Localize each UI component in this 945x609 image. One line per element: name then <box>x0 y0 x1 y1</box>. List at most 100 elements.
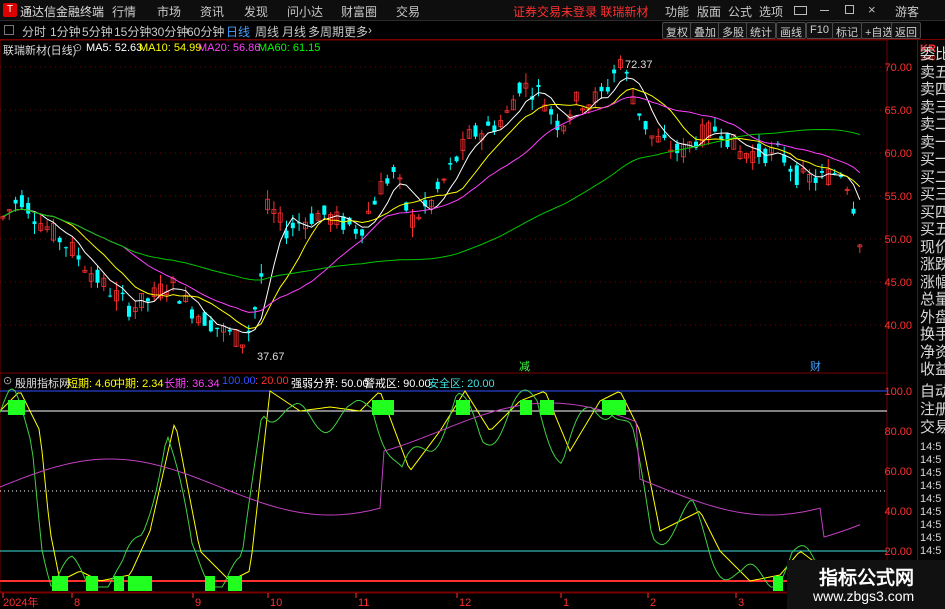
quote-field-label: 收益 <box>920 361 945 378</box>
tab-weekly[interactable]: 周线 <box>255 23 279 40</box>
candle-body <box>662 134 667 138</box>
quote-field-label: 卖二 <box>920 116 945 133</box>
candle-body <box>353 228 358 234</box>
panel-action-1[interactable]: 注册 <box>920 401 945 419</box>
price-pane-border <box>0 40 888 374</box>
candle-body <box>120 292 125 295</box>
price-tick-label: 60.00 <box>884 148 912 160</box>
candle-body <box>454 156 459 162</box>
signal-block <box>372 400 394 415</box>
candle-body <box>208 320 213 332</box>
multi-stock-button[interactable]: 多股 <box>718 22 748 39</box>
panel-action-2[interactable]: 交易 <box>920 419 945 437</box>
candle-body <box>637 113 642 116</box>
quote-field-label: 卖五 <box>920 63 945 81</box>
candle-body <box>813 177 818 184</box>
candle-body <box>517 82 522 94</box>
candle-body <box>486 121 491 126</box>
price-tick-label: 45.00 <box>884 277 912 289</box>
menu-item-discover[interactable]: 发现 <box>244 3 268 20</box>
tab-intraday[interactable]: 分时 <box>22 23 46 40</box>
tab-60min[interactable]: 60分钟 <box>187 23 224 40</box>
mid-term-line <box>0 388 859 588</box>
draw-line-button[interactable]: 画线 <box>776 22 806 39</box>
candle-body <box>372 200 377 205</box>
candle-body <box>177 300 182 304</box>
candle-body <box>612 69 617 74</box>
tick-time-label: 14:5 <box>920 441 942 453</box>
menu-item-formula[interactable]: 公式 <box>728 3 752 20</box>
watermark: 指标公式网 www.zbgs3.com <box>787 560 945 609</box>
back-button[interactable]: 返回 <box>891 22 921 39</box>
close-icon[interactable]: × <box>868 2 876 17</box>
signal-block <box>540 400 554 415</box>
menu-item-trade[interactable]: 交易 <box>396 3 420 20</box>
indicator-tick-label: 60.00 <box>884 466 912 478</box>
menu-item-wenxiaoda[interactable]: 问小达 <box>287 3 323 20</box>
tab-30min[interactable]: 30分钟 <box>151 23 188 40</box>
app-logo-icon: T <box>3 3 17 17</box>
quote-field-label: 买五 <box>920 221 945 238</box>
maximize-icon[interactable] <box>845 5 854 14</box>
tab-5min[interactable]: 5分钟 <box>82 23 113 40</box>
tab-more[interactable]: 更多 <box>344 23 368 40</box>
menu-item-news[interactable]: 资讯 <box>200 3 224 20</box>
candle-body <box>13 199 18 204</box>
indicator-pane-border <box>0 372 888 593</box>
candle-body <box>536 84 541 87</box>
menu-item-market[interactable]: 市场 <box>157 3 181 20</box>
overlay-button[interactable]: 叠加 <box>690 22 720 39</box>
candle-body <box>202 312 207 326</box>
quote-field-label: 总量 <box>920 291 945 308</box>
menu-item-options[interactable]: 选项 <box>759 3 783 20</box>
collapse-icon[interactable] <box>4 25 14 35</box>
menu-item-wealth[interactable]: 财富圈 <box>341 3 377 20</box>
mark-button[interactable]: 标记 <box>832 22 862 39</box>
tick-time-label: 14:5 <box>920 545 942 557</box>
quote-field-label: 买四 <box>920 203 945 221</box>
quote-field-label: 卖一 <box>920 133 945 151</box>
menu-item-layout[interactable]: 版面 <box>697 3 721 20</box>
price-tick-label: 50.00 <box>884 234 912 246</box>
tab-1min[interactable]: 1分钟 <box>50 23 81 40</box>
candle-body <box>309 213 314 224</box>
chevron-right-icon[interactable]: › <box>368 23 372 37</box>
chart-area[interactable]: 70.00 65.00 60.00 55.00 50.00 45.00 40.00 100.… <box>0 40 917 609</box>
menu-item-quotes[interactable]: 行情 <box>112 3 136 20</box>
signal-block <box>602 400 626 415</box>
tab-daily[interactable]: 日线 <box>226 23 250 40</box>
candle-body <box>108 295 113 297</box>
panel-action-0[interactable]: 自动 <box>920 383 945 401</box>
tab-monthly[interactable]: 月线 <box>282 23 306 40</box>
tab-15min[interactable]: 15分钟 <box>114 23 151 40</box>
f10-button[interactable]: F10 <box>806 22 833 39</box>
menu-item-function[interactable]: 功能 <box>665 3 689 20</box>
statistics-button[interactable]: 统计 <box>746 22 776 39</box>
candle-body <box>215 327 220 330</box>
candle-body <box>549 109 554 115</box>
signal-block <box>456 400 470 415</box>
guest-label[interactable]: 游客 <box>895 3 919 20</box>
candle-body <box>851 208 856 214</box>
candle-body <box>448 162 453 165</box>
x-tick-label: 2 <box>650 597 656 609</box>
watermark-title: 指标公式网 <box>819 568 915 589</box>
event-marker-finance[interactable]: 财 <box>810 358 821 374</box>
event-marker-reduce[interactable]: 减 <box>519 358 530 374</box>
quote-field-label: 买二 <box>920 168 945 186</box>
quote-side-panel: KR 1000 委比 卖五 卖四 卖三 卖二 卖一 买一 买二 买三 买四 买五 现价 涨跌 涨幅 总量 外盘… <box>917 40 945 609</box>
tab-multi-period[interactable]: 多周期 <box>308 23 344 40</box>
tick-time-label: 14:5 <box>920 480 942 492</box>
signal-block <box>520 400 532 415</box>
quote-field-label: 现价 <box>920 238 945 256</box>
adjust-button[interactable]: 复权 <box>662 22 692 39</box>
login-notice[interactable]: 证券交易未登录 联瑞新材 <box>513 3 648 20</box>
signal-block <box>228 576 242 591</box>
minimize-icon[interactable] <box>820 10 829 11</box>
quote-field-label: 外盘 <box>920 308 945 326</box>
x-tick-label: 2024年 <box>3 595 38 609</box>
signal-block <box>128 576 152 591</box>
mail-icon[interactable] <box>794 6 807 15</box>
signal-block <box>773 576 783 591</box>
quote-field-label: 卖四 <box>920 81 945 98</box>
